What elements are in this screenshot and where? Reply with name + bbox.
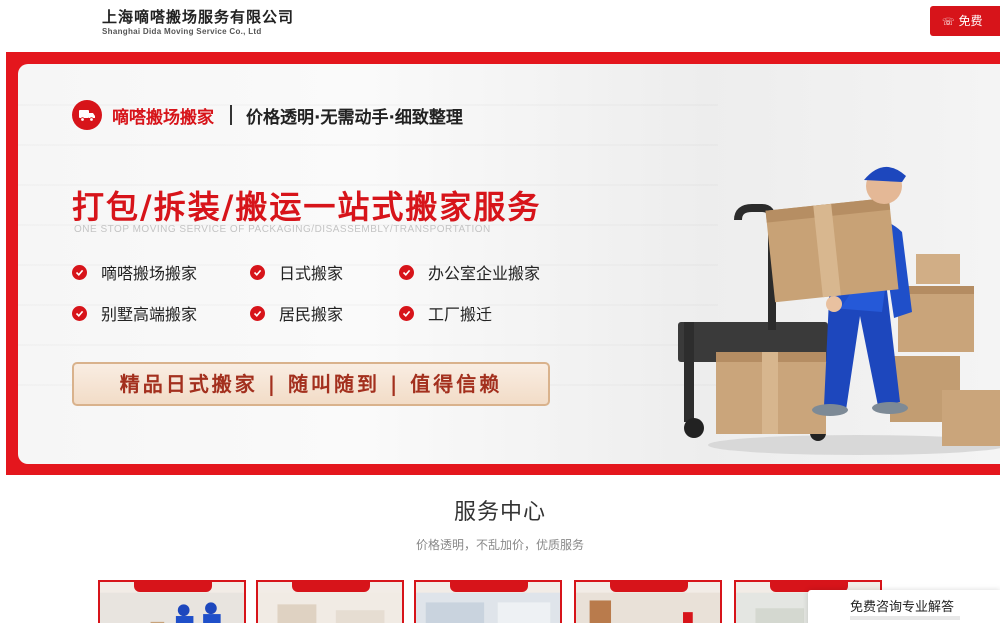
- service-card-tab: [450, 582, 528, 592]
- service-card-photo: [576, 592, 720, 623]
- service-card-tab: [610, 582, 688, 592]
- service-card-tab: [134, 582, 212, 592]
- hero-subtitle-en: ONE STOP MOVING SERVICE OF PACKAGING/DIS…: [74, 224, 491, 235]
- feature-item: 嘀嗒搬场搬家: [72, 261, 197, 283]
- free-consult-label: 免费: [958, 14, 983, 28]
- check-icon: [399, 305, 414, 321]
- feature-item: 居民搬家: [250, 302, 343, 324]
- feature-label: 办公室企业搬家: [428, 264, 541, 283]
- truck-icon: [72, 100, 102, 130]
- feature-label: 日式搬家: [279, 264, 344, 283]
- service-card[interactable]: [574, 580, 722, 623]
- section-title: 服务中心: [453, 500, 546, 525]
- feature-item: 别墅高端搬家: [72, 302, 197, 324]
- feature-label: 嘀嗒搬场搬家: [101, 264, 198, 283]
- service-card-photo: [416, 592, 560, 623]
- check-icon: [250, 305, 265, 321]
- check-icon: [399, 264, 414, 280]
- mover-illustration: [678, 166, 1000, 455]
- consult-widget[interactable]: 免费咨询专业解答: [808, 590, 1000, 623]
- company-name-cn[interactable]: 上海嘀嗒搬场服务有限公司: [102, 6, 294, 27]
- hero-banner[interactable]: 嘀嗒搬场搬家 价格透明·无需动手·细致整理 打包/拆装/搬运一站式搬家服务 ON…: [6, 52, 1000, 475]
- brand-row: 嘀嗒搬场搬家 价格透明·无需动手·细致整理: [72, 100, 463, 130]
- feature-item: 工厂搬迁: [399, 302, 492, 324]
- brand-slogan: 价格透明·无需动手·细致整理: [246, 107, 463, 128]
- brand-name: 嘀嗒搬场搬家: [112, 107, 214, 128]
- site-header: 上海嘀嗒搬场服务有限公司 Shanghai Dida Moving Servic…: [0, 0, 1000, 52]
- feature-item: 日式搬家: [250, 261, 343, 283]
- consult-text-placeholder: [850, 616, 960, 620]
- check-icon: [72, 305, 87, 321]
- check-icon: [72, 264, 87, 280]
- promo-bar[interactable]: 精品日式搬家 | 随叫随到 | 值得信赖: [72, 362, 550, 406]
- feature-label: 工厂搬迁: [428, 305, 493, 324]
- feature-label: 居民搬家: [279, 305, 344, 324]
- section-subtitle: 价格透明，不乱加价，优质服务: [415, 538, 584, 552]
- service-card[interactable]: [414, 580, 562, 623]
- service-card[interactable]: [256, 580, 404, 623]
- check-icon: [250, 264, 265, 280]
- service-card-photo: [258, 592, 402, 623]
- brand-divider: [230, 105, 232, 125]
- phone-icon: ☏: [942, 17, 955, 28]
- free-consult-button[interactable]: ☏ 免费: [930, 6, 1000, 36]
- service-card[interactable]: [98, 580, 246, 623]
- service-card-photo: [100, 592, 244, 623]
- hero-banner-panel: 嘀嗒搬场搬家 价格透明·无需动手·细致整理 打包/拆装/搬运一站式搬家服务 ON…: [18, 64, 1000, 464]
- service-card-tab: [292, 582, 370, 592]
- feature-item: 办公室企业搬家: [399, 261, 540, 283]
- promo-text: 精品日式搬家 | 随叫随到 | 值得信赖: [119, 372, 503, 396]
- feature-label: 别墅高端搬家: [101, 305, 198, 324]
- company-name-en: Shanghai Dida Moving Service Co., Ltd: [102, 27, 262, 36]
- hero-title: 打包/拆装/搬运一站式搬家服务: [72, 188, 542, 226]
- consult-title: 免费咨询专业解答: [850, 600, 955, 615]
